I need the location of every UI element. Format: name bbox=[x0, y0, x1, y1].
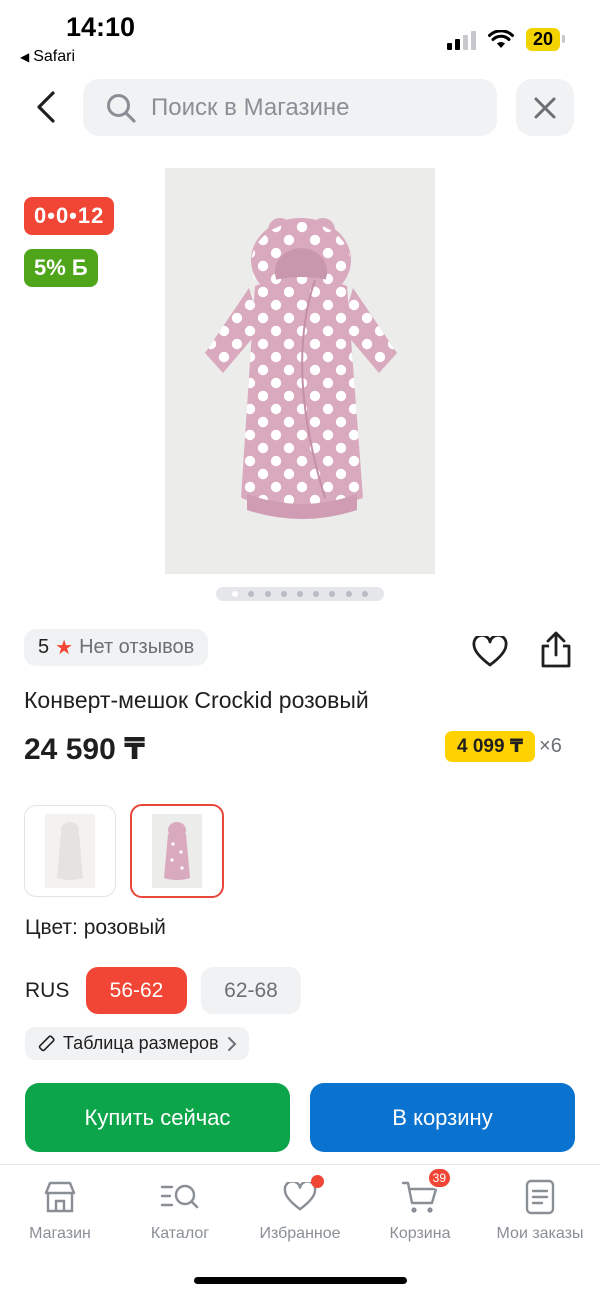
product-image[interactable] bbox=[165, 168, 435, 574]
carousel-dot[interactable] bbox=[313, 591, 320, 597]
chevron-left-icon bbox=[37, 91, 55, 123]
timer-badge: 0•0•12 bbox=[24, 197, 115, 235]
tab-cart[interactable]: 39 Корзина bbox=[360, 1167, 480, 1243]
variant-thumbnail-pink bbox=[152, 814, 202, 888]
add-to-cart-button[interactable]: В корзину bbox=[310, 1083, 575, 1152]
carousel-dot[interactable] bbox=[329, 591, 336, 597]
carousel-dot[interactable] bbox=[232, 591, 239, 597]
color-variant-white[interactable] bbox=[24, 805, 116, 897]
add-to-favorites-button[interactable] bbox=[470, 632, 510, 672]
heart-icon bbox=[472, 636, 508, 667]
pink-baby-sleeping-bag-illustration bbox=[205, 218, 397, 519]
product-price: 24 590 ₸ bbox=[24, 733, 145, 766]
tab-label: Мои заказы bbox=[496, 1225, 584, 1242]
orders-icon bbox=[525, 1179, 555, 1215]
carousel-dot[interactable] bbox=[361, 591, 368, 597]
installment-times: ×6 bbox=[539, 735, 562, 757]
cart-count-badge: 39 bbox=[426, 1167, 452, 1189]
size-table-link[interactable]: Таблица размеров bbox=[25, 1027, 249, 1060]
tab-favorites[interactable]: Избранное bbox=[240, 1175, 360, 1243]
size-option-62-68[interactable]: 62-68 bbox=[201, 967, 301, 1014]
variant-thumbnail-white bbox=[45, 814, 95, 888]
carousel-dot[interactable] bbox=[280, 591, 287, 597]
home-indicator[interactable] bbox=[194, 1277, 407, 1284]
share-icon bbox=[541, 631, 571, 668]
star-icon: ★ bbox=[55, 637, 74, 659]
tab-my-orders[interactable]: Мои заказы bbox=[480, 1177, 600, 1243]
chevron-right-icon bbox=[227, 1036, 237, 1051]
size-system-label: RUS bbox=[25, 979, 70, 1002]
size-option-56-62[interactable]: 56-62 bbox=[86, 967, 187, 1014]
battery-indicator: 20 bbox=[525, 28, 566, 51]
ruler-icon bbox=[38, 1034, 55, 1051]
rating-pill[interactable]: 5 ★ Нет отзывов bbox=[24, 629, 209, 666]
favorites-notification-dot bbox=[311, 1175, 324, 1188]
product-title: Конверт-мешок Crockid розовый bbox=[24, 687, 369, 713]
tab-label: Магазин bbox=[29, 1225, 91, 1242]
cellular-signal-icon bbox=[446, 30, 476, 50]
carousel-dot[interactable] bbox=[248, 591, 255, 597]
close-button[interactable] bbox=[516, 79, 574, 136]
installment-amount: 4 099 ₸ bbox=[445, 731, 536, 762]
tab-label: Каталог bbox=[150, 1225, 210, 1242]
image-carousel-dots[interactable] bbox=[216, 587, 384, 601]
wifi-icon bbox=[487, 29, 514, 48]
tab-store[interactable]: Магазин bbox=[0, 1177, 120, 1243]
search-input[interactable] bbox=[151, 93, 471, 122]
store-icon bbox=[44, 1181, 76, 1213]
heart-icon bbox=[283, 1182, 317, 1211]
rating-value: 5 bbox=[38, 636, 50, 658]
carousel-dot[interactable] bbox=[264, 591, 271, 597]
carousel-dot[interactable] bbox=[296, 591, 303, 597]
catalog-search-icon bbox=[160, 1184, 199, 1209]
tab-label: Корзина bbox=[389, 1225, 451, 1242]
color-label: Цвет: розовый bbox=[25, 916, 166, 939]
status-back-label: Safari bbox=[33, 48, 76, 65]
status-time: 14:10 bbox=[66, 12, 136, 42]
search-icon bbox=[107, 93, 136, 123]
share-button[interactable] bbox=[536, 630, 576, 670]
status-indicators: 20 bbox=[446, 28, 566, 51]
status-back-to-app[interactable]: ◀ Safari bbox=[20, 48, 75, 66]
tab-catalog[interactable]: Каталог bbox=[120, 1177, 240, 1243]
buy-now-button[interactable]: Купить сейчас bbox=[25, 1083, 290, 1152]
search-bar[interactable] bbox=[83, 79, 497, 136]
size-table-label: Таблица размеров bbox=[63, 1033, 219, 1053]
back-button[interactable] bbox=[24, 82, 68, 132]
bonus-badge: 5% Б bbox=[24, 249, 98, 287]
color-variant-pink[interactable] bbox=[130, 804, 224, 898]
tab-label: Избранное bbox=[259, 1225, 341, 1242]
installment-info[interactable]: 4 099 ₸ ×6 bbox=[445, 731, 562, 762]
carousel-dot[interactable] bbox=[345, 591, 352, 597]
reviews-count-label: Нет отзывов bbox=[79, 636, 195, 658]
close-icon bbox=[534, 97, 556, 118]
back-triangle-icon: ◀ bbox=[20, 50, 30, 64]
